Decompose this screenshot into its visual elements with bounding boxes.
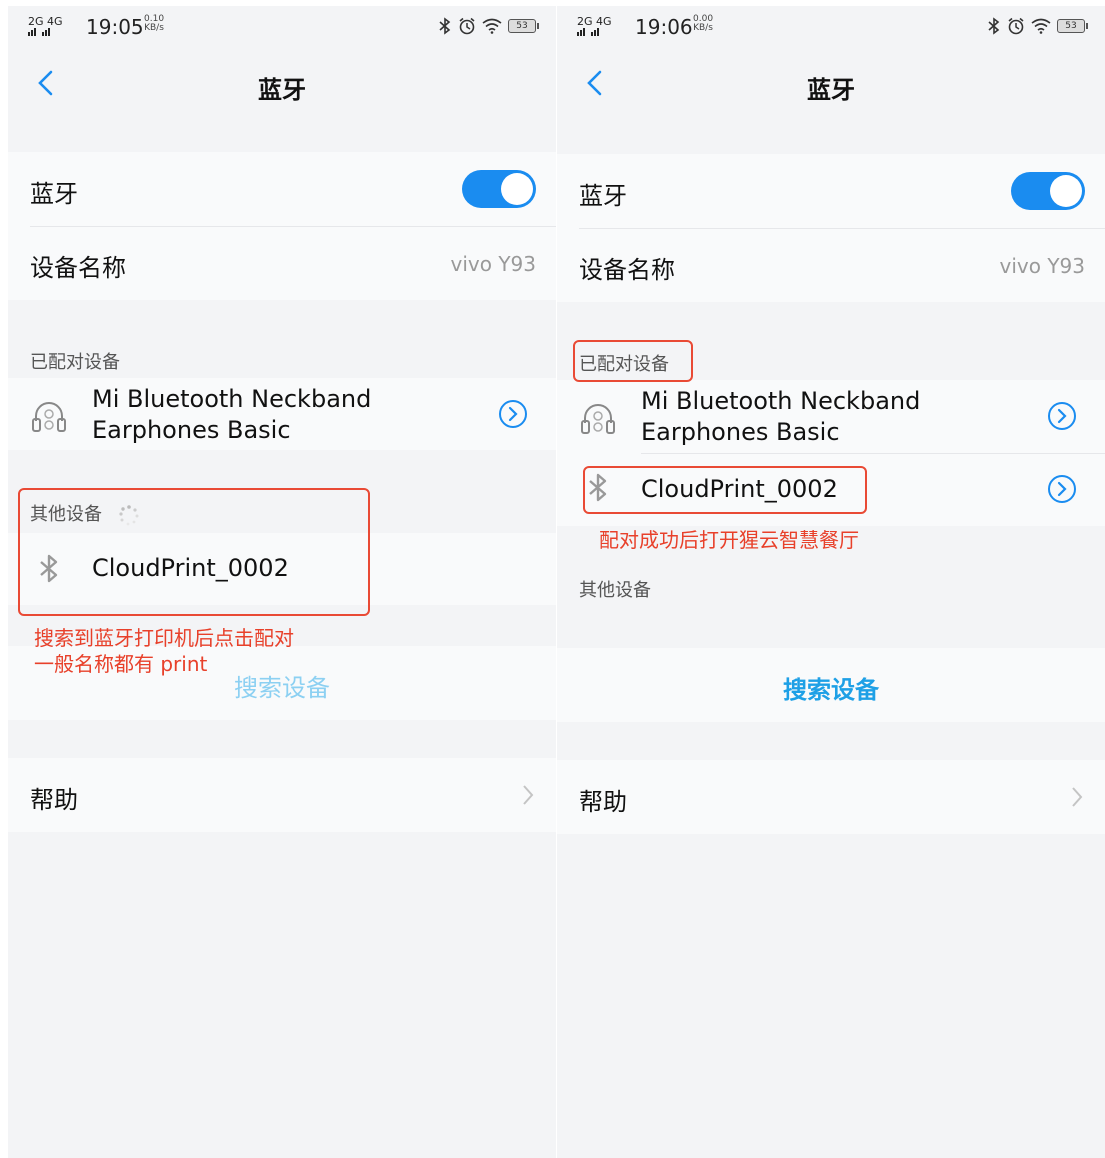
bluetooth-toggle[interactable] (1011, 172, 1085, 210)
bluetooth-label: 蓝牙 (30, 180, 78, 208)
status-bar: 2G 4G 19:05 0.10 KB/s 53 (8, 6, 556, 52)
signal-2g-label: 2G (577, 15, 593, 28)
nav-bar: 蓝牙 (557, 52, 1105, 116)
paired-device-name-line2: Earphones Basic (641, 418, 840, 446)
alarm-icon (1008, 17, 1024, 35)
bluetooth-settings-group: 蓝牙 设备名称 vivo Y93 (557, 154, 1105, 302)
battery-icon: 53 (1057, 19, 1088, 33)
battery-icon: 53 (508, 19, 539, 33)
signal-indicator: 2G 4G (28, 15, 63, 36)
device-details-arrow-icon[interactable] (498, 399, 528, 429)
annotation-open-app: 配对成功后打开猩云智慧餐厅 (599, 528, 859, 552)
help-row[interactable]: 帮助 (8, 758, 556, 832)
device-name-label: 设备名称 (579, 256, 675, 284)
paired-devices-header: 已配对设备 (30, 352, 120, 373)
help-label: 帮助 (579, 788, 627, 816)
search-row: 搜索设备 (557, 648, 1105, 722)
wifi-icon (1031, 18, 1051, 34)
signal-4g-label: 4G (596, 15, 612, 28)
help-label: 帮助 (30, 786, 78, 814)
chevron-right-icon (1072, 787, 1083, 807)
page-title: 蓝牙 (258, 76, 306, 104)
status-icons: 53 (987, 15, 1088, 37)
toggle-knob (501, 173, 533, 205)
search-devices-button[interactable]: 搜索设备 (557, 670, 1105, 705)
page-title: 蓝牙 (807, 76, 855, 104)
paired-device-name: Mi Bluetooth Neckband Earphones Basic (641, 386, 920, 448)
bluetooth-settings-group: 蓝牙 设备名称 vivo Y93 (8, 152, 556, 300)
signal-bars-icon (28, 28, 50, 36)
alarm-icon (459, 17, 475, 35)
paired-device-name-line2: Earphones Basic (92, 416, 291, 444)
signal-indicator: 2G 4G (577, 15, 612, 36)
screen-left: 2G 4G 19:05 0.10 KB/s 53 蓝牙 蓝牙 设备名称 vivo… (8, 6, 556, 1158)
headset-icon (32, 402, 66, 432)
clock: 19:06 (635, 15, 693, 39)
device-name-value: vivo Y93 (999, 254, 1086, 278)
paired-device-name: Mi Bluetooth Neckband Earphones Basic (92, 384, 371, 446)
device-name-value: vivo Y93 (450, 252, 537, 276)
annotation-line1: 搜索到蓝牙打印机后点击配对 (34, 626, 294, 650)
paired-device-name-line1: Mi Bluetooth Neckband (641, 387, 921, 415)
paired-device-row[interactable]: Mi Bluetooth Neckband Earphones Basic (8, 378, 556, 450)
signal-bars-icon (577, 28, 599, 36)
clock: 19:05 (86, 15, 144, 39)
speed-unit: KB/s (144, 23, 164, 33)
signal-2g-label: 2G (28, 15, 44, 28)
bluetooth-status-icon (988, 17, 1000, 35)
highlight-box-paired-header (573, 340, 693, 382)
device-details-arrow-icon[interactable] (1047, 474, 1077, 504)
paired-device-name-line1: Mi Bluetooth Neckband (92, 385, 372, 413)
bluetooth-toggle-row[interactable]: 蓝牙 (557, 154, 1105, 228)
device-details-arrow-icon[interactable] (1047, 401, 1077, 431)
annotation-line2: 一般名称都有 print (34, 652, 208, 676)
chevron-right-icon (523, 785, 534, 805)
device-name-label: 设备名称 (30, 254, 126, 282)
device-name-row[interactable]: 设备名称 vivo Y93 (8, 226, 556, 300)
headset-icon (581, 404, 615, 434)
bluetooth-label: 蓝牙 (579, 182, 627, 210)
toggle-knob (1050, 175, 1082, 207)
highlight-box-other-devices (18, 488, 370, 616)
wifi-icon (482, 18, 502, 34)
speed-unit: KB/s (693, 23, 713, 33)
other-devices-header: 其他设备 (579, 580, 651, 601)
help-row[interactable]: 帮助 (557, 760, 1105, 834)
bluetooth-toggle-row[interactable]: 蓝牙 (8, 152, 556, 226)
signal-4g-label: 4G (47, 15, 63, 28)
status-bar: 2G 4G 19:06 0.00 KB/s 53 (557, 6, 1105, 52)
device-name-row[interactable]: 设备名称 vivo Y93 (557, 228, 1105, 302)
bluetooth-toggle[interactable] (462, 170, 536, 208)
paired-device-row[interactable]: Mi Bluetooth Neckband Earphones Basic (557, 380, 1105, 452)
highlight-box-cloudprint (583, 466, 867, 514)
network-speed: 0.10 KB/s (144, 15, 164, 33)
nav-bar: 蓝牙 (8, 52, 556, 116)
network-speed: 0.00 KB/s (693, 15, 713, 33)
status-icons: 53 (438, 15, 539, 37)
bluetooth-status-icon (439, 17, 451, 35)
screen-right: 2G 4G 19:06 0.00 KB/s 53 蓝牙 蓝牙 设备名称 vivo… (557, 6, 1105, 1158)
